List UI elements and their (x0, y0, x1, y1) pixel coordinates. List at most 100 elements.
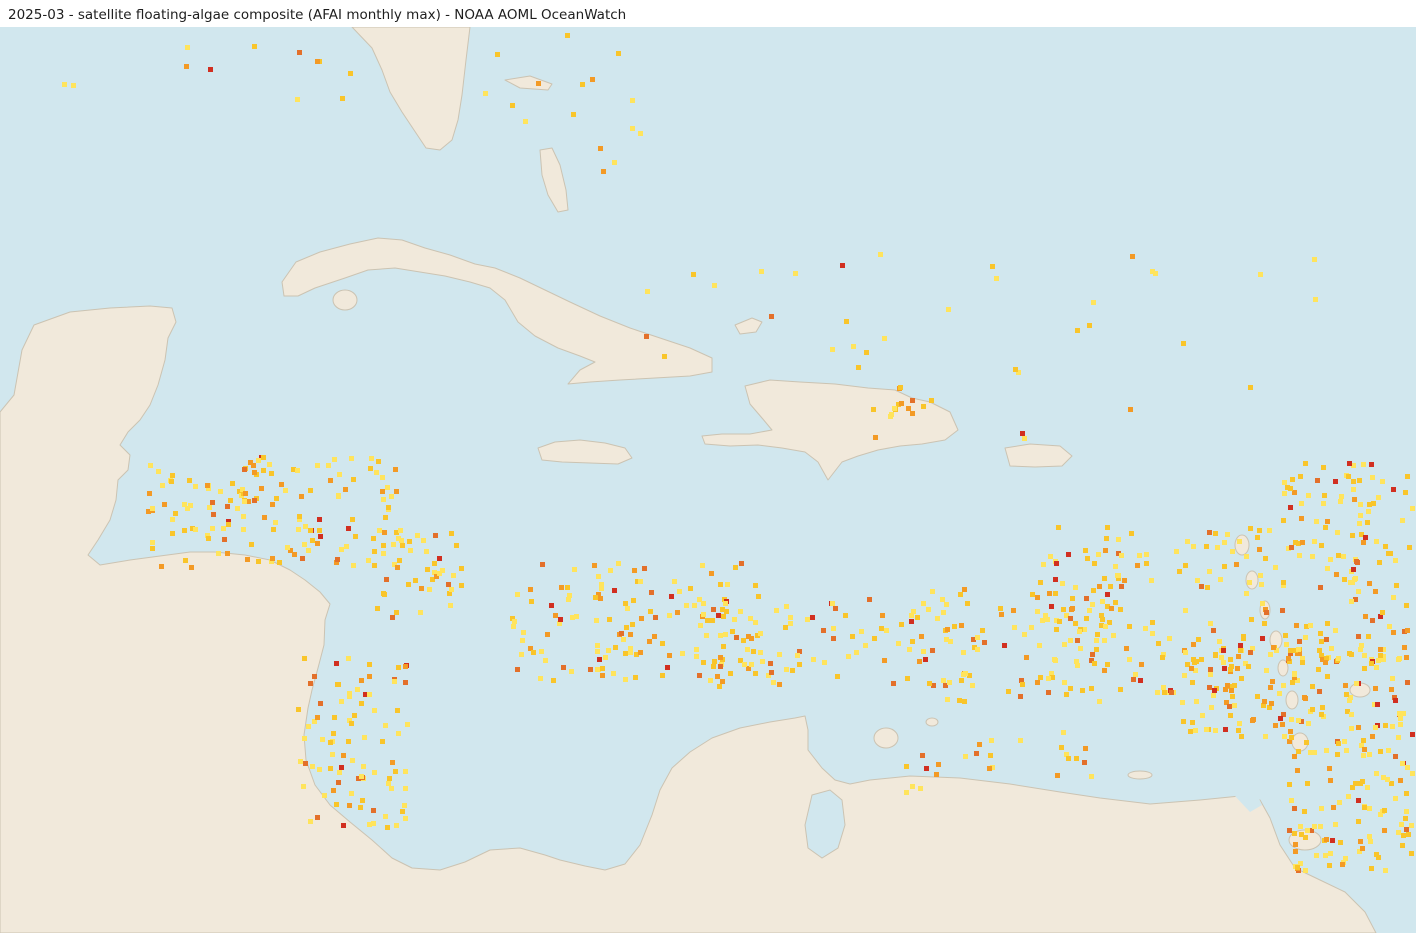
algae-pixel (1262, 621, 1267, 626)
algae-pixel (398, 528, 403, 533)
algae-pixel (1230, 549, 1235, 554)
algae-pixel (1038, 580, 1043, 585)
algae-pixel (769, 670, 774, 675)
algae-pixel (1386, 551, 1391, 556)
algae-pixel (355, 687, 360, 692)
algae-pixel (437, 556, 442, 561)
algae-pixel (216, 551, 221, 556)
algae-pixel (1350, 533, 1355, 538)
algae-pixel (1306, 721, 1311, 726)
algae-pixel (315, 815, 320, 820)
algae-pixel (1398, 716, 1403, 721)
algae-pixel (1344, 748, 1349, 753)
algae-pixel (1082, 760, 1087, 765)
algae-pixel (226, 522, 231, 527)
algae-pixel (270, 556, 275, 561)
algae-pixel (608, 568, 613, 573)
algae-pixel (1232, 683, 1237, 688)
algae-pixel (303, 761, 308, 766)
algae-pixel (705, 618, 710, 623)
algae-pixel (147, 491, 152, 496)
algae-pixel (698, 623, 703, 628)
algae-pixel (759, 269, 764, 274)
algae-pixel (296, 707, 301, 712)
algae-pixel (1360, 846, 1365, 851)
algae-pixel (1244, 554, 1249, 559)
algae-pixel (697, 673, 702, 678)
algae-pixel (667, 653, 672, 658)
algae-pixel (882, 658, 887, 663)
algae-pixel (1404, 655, 1409, 660)
algae-pixel (1333, 628, 1338, 633)
algae-pixel (148, 463, 153, 468)
algae-pixel (1228, 713, 1233, 718)
algae-pixel (1097, 584, 1102, 589)
algae-pixel (1403, 816, 1408, 821)
algae-pixel (898, 385, 903, 390)
algae-pixel (1095, 632, 1100, 637)
algae-pixel (326, 463, 331, 468)
algae-pixel (645, 289, 650, 294)
algae-pixel (1298, 474, 1303, 479)
algae-pixel (173, 511, 178, 516)
algae-pixel (1382, 808, 1387, 813)
algae-pixel (1131, 677, 1136, 682)
algae-pixel (1299, 516, 1304, 521)
algae-pixel (337, 472, 342, 477)
algae-pixel (308, 681, 313, 686)
algae-pixel (1030, 592, 1035, 597)
algae-pixel (980, 628, 985, 633)
algae-pixel (917, 659, 922, 664)
algae-pixel (1083, 746, 1088, 751)
algae-pixel (359, 701, 364, 706)
map-canvas[interactable] (0, 27, 1416, 933)
algae-pixel (632, 568, 637, 573)
algae-pixel (295, 97, 300, 102)
algae-pixel (616, 561, 621, 566)
algae-pixel (1137, 553, 1142, 558)
algae-pixel (302, 736, 307, 741)
algae-pixel (1066, 552, 1071, 557)
algae-pixel (397, 558, 402, 563)
algae-pixel (1263, 734, 1268, 739)
algae-pixel (1035, 609, 1040, 614)
algae-pixel (349, 456, 354, 461)
algae-pixel (1324, 837, 1329, 842)
algae-pixel (1305, 781, 1310, 786)
algae-pixel (386, 505, 391, 510)
algae-pixel (715, 674, 720, 679)
algae-pixel (1006, 689, 1011, 694)
algae-pixel (386, 781, 391, 786)
algae-pixel (1328, 851, 1333, 856)
algae-pixel (633, 675, 638, 680)
algae-pixel (332, 457, 337, 462)
algae-pixel (1035, 680, 1040, 685)
algae-pixel (1283, 633, 1288, 638)
algae-pixel (1356, 798, 1361, 803)
algae-pixel (334, 802, 339, 807)
algae-pixel (952, 624, 957, 629)
algae-pixel (361, 764, 366, 769)
algae-pixel (846, 654, 851, 659)
algae-pixel (733, 565, 738, 570)
algae-pixel (905, 676, 910, 681)
algae-pixel (1108, 584, 1113, 589)
algae-pixel (724, 609, 729, 614)
algae-pixel (1343, 683, 1348, 688)
algae-pixel (1113, 564, 1118, 569)
algae-pixel (994, 276, 999, 281)
algae-pixel (1248, 650, 1253, 655)
map-view[interactable] (0, 27, 1416, 933)
algae-pixel (684, 603, 689, 608)
algae-pixel (367, 674, 372, 679)
algae-pixel (1362, 666, 1367, 671)
algae-pixel (347, 694, 352, 699)
algae-pixel (1257, 528, 1262, 533)
algae-pixel (612, 160, 617, 165)
algae-pixel (384, 577, 389, 582)
algae-pixel (306, 548, 311, 553)
algae-pixel (1398, 778, 1403, 783)
algae-pixel (1327, 863, 1332, 868)
algae-pixel (322, 793, 327, 798)
algae-pixel (1182, 673, 1187, 678)
